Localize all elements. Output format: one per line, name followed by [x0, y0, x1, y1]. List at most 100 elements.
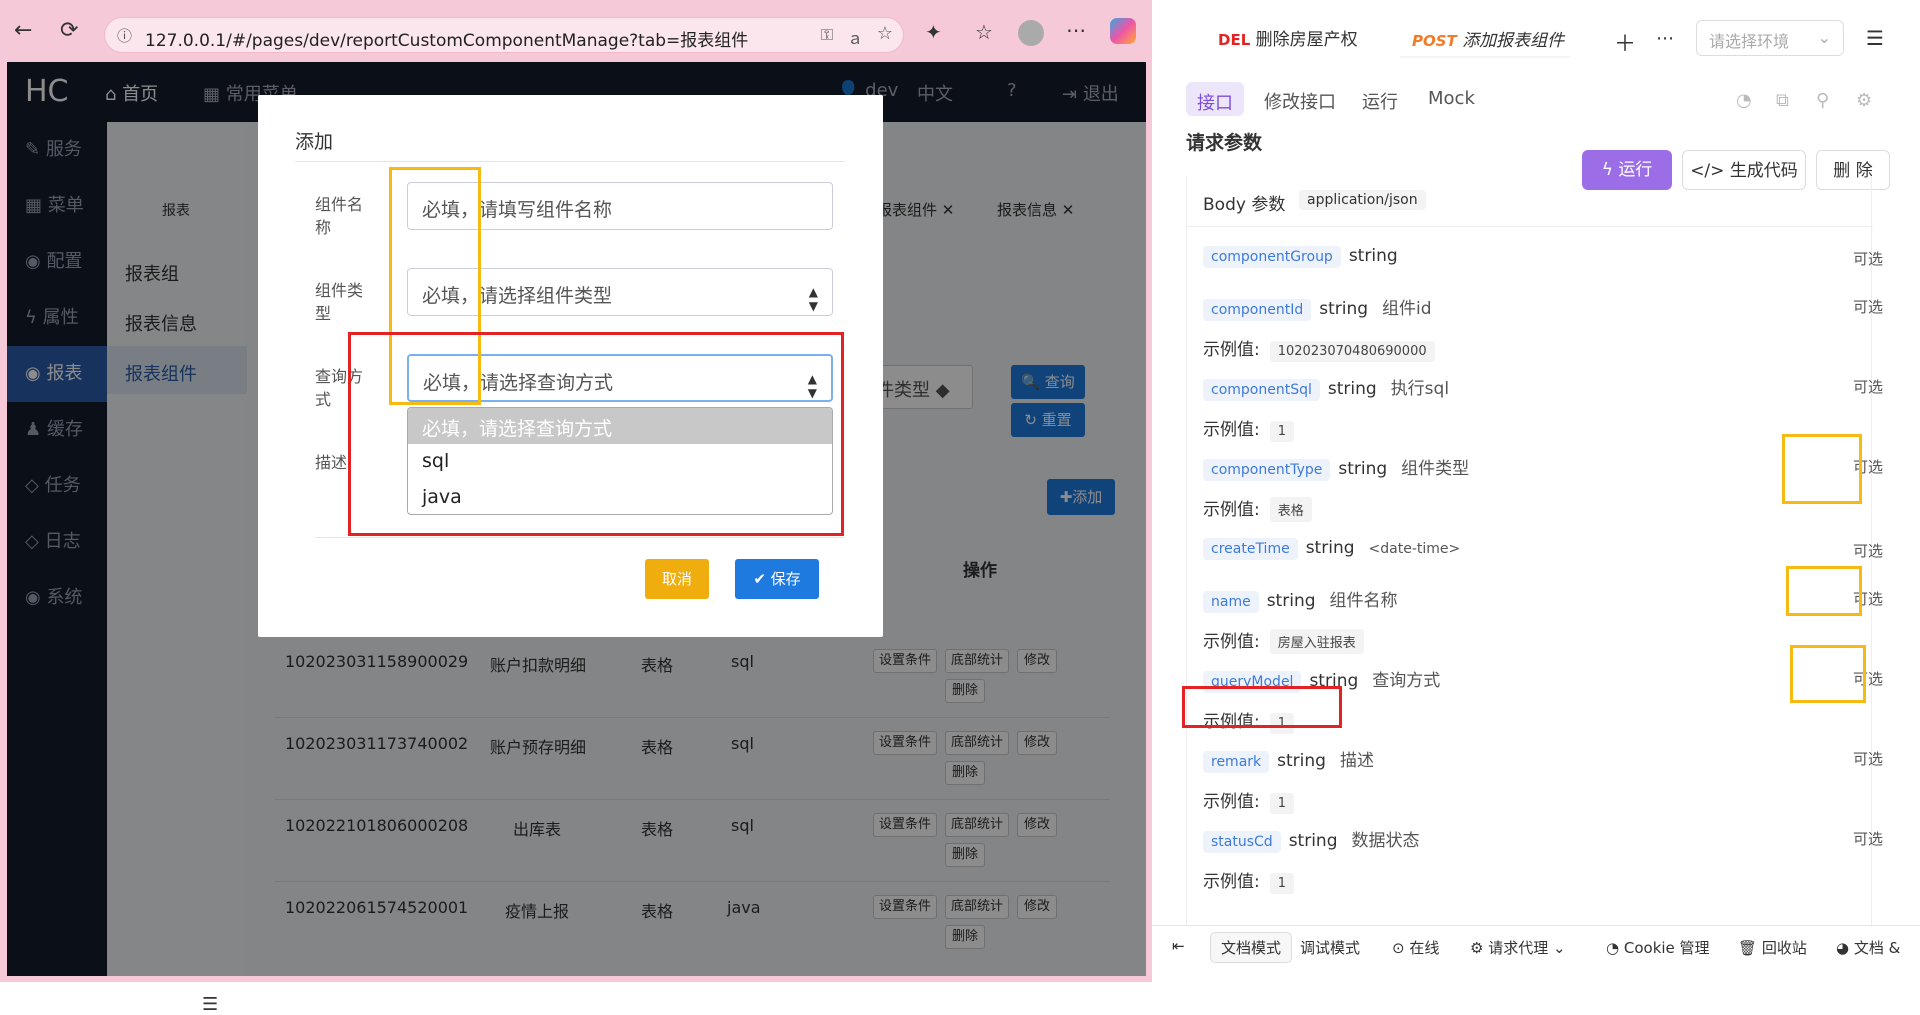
- env-select[interactable]: 请选择环境 ⌄: [1696, 20, 1844, 56]
- param-desc: 组件名称: [1329, 591, 1398, 611]
- menu-icon[interactable]: ☰: [1866, 26, 1884, 50]
- param-name: remark: [1203, 751, 1270, 773]
- more-icon[interactable]: ⋯: [1656, 28, 1674, 49]
- info-icon: ⓘ: [117, 27, 133, 45]
- param-desc: 组件id: [1382, 299, 1432, 319]
- param-name: componentId: [1203, 299, 1312, 321]
- param-example: 示例值: 1: [1203, 787, 1883, 814]
- subtab-mock[interactable]: Mock: [1428, 88, 1475, 109]
- caret-icon: ▲ ▼: [808, 285, 818, 313]
- optional-label: 可选: [1852, 542, 1883, 560]
- param-desc: <date-time>: [1368, 541, 1461, 557]
- doc-mode-button[interactable]: 文档模式: [1210, 932, 1293, 963]
- param-name: createTime: [1203, 538, 1298, 560]
- optional-label: 可选: [1852, 378, 1883, 396]
- settings-icon[interactable]: ⚙: [1856, 90, 1872, 111]
- optional-label: 可选: [1852, 250, 1883, 268]
- param-type: string: [1327, 379, 1377, 399]
- param-row: componentSql string 执行sql 可选 示例值: 1: [1203, 374, 1883, 442]
- param-name: name: [1203, 591, 1259, 613]
- subtab-edit[interactable]: 修改接口: [1264, 88, 1336, 114]
- divider: [1187, 226, 1873, 227]
- debug-mode-button[interactable]: 调试模式: [1300, 937, 1360, 958]
- key-icon[interactable]: ⚿: [821, 25, 833, 45]
- refresh-icon[interactable]: ⟳: [60, 18, 78, 43]
- param-row: createTime string <date-time> 可选: [1203, 538, 1883, 560]
- param-example: 示例值: 1: [1203, 867, 1883, 894]
- tab-del-house[interactable]: DEL 删除房屋产权: [1218, 25, 1358, 50]
- optional-label: 可选: [1852, 750, 1883, 768]
- section-title: 请求参数: [1186, 132, 1263, 154]
- label-component-type: 组件类型: [315, 281, 364, 323]
- param-row: name string 组件名称 可选 示例值: 房屋入驻报表: [1203, 586, 1883, 654]
- param-row: componentGroup string 可选: [1203, 246, 1883, 268]
- param-desc: 查询方式: [1372, 671, 1441, 691]
- subtab-api[interactable]: 接口: [1186, 82, 1244, 116]
- collapse-left-icon[interactable]: ⇤: [1172, 937, 1185, 955]
- back-icon[interactable]: ←: [14, 18, 32, 43]
- param-name: componentSql: [1203, 379, 1320, 401]
- param-name: statusCd: [1203, 831, 1281, 853]
- label-component-name: 组件名称: [315, 195, 364, 237]
- address-bar[interactable]: ⓘ 127.0.0.1/#/pages/dev/reportCustomComp…: [104, 17, 904, 53]
- param-type: string: [1305, 538, 1355, 558]
- param-example: 示例值: 表格: [1203, 495, 1883, 522]
- param-example: 示例值: 1: [1203, 415, 1883, 442]
- cancel-button[interactable]: 取消: [645, 559, 709, 599]
- api-doc-panel: DEL 删除房屋产权 POST 添加报表组件 ＋ ⋯ 请选择环境 ⌄ ☰ 接口 …: [1152, 0, 1920, 982]
- param-type: string: [1319, 299, 1369, 319]
- url-text: 127.0.0.1/#/pages/dev/reportCustomCompon…: [145, 31, 749, 51]
- extensions-icon[interactable]: ✦: [925, 20, 942, 44]
- modal-title: 添加: [295, 131, 334, 153]
- yellow-annotation-box: [1782, 434, 1862, 504]
- collapse-icon[interactable]: ☰: [202, 994, 218, 1015]
- bottom-toolbar: ⇤ 文档模式 调试模式 ⊙ 在线 ⚙ 请求代理 ⌄ ◔ Cookie 管理 🗑 …: [1152, 925, 1920, 965]
- param-desc: 组件类型: [1401, 459, 1470, 479]
- docs-link[interactable]: ◕ 文档 &: [1836, 937, 1900, 958]
- check-icon: ✔: [753, 570, 766, 588]
- chevron-down-icon: ⌄: [1817, 28, 1831, 47]
- history-icon[interactable]: ◔: [1736, 90, 1752, 111]
- param-example: 示例值: 房屋入驻报表: [1203, 627, 1883, 654]
- red-annotation-box: [1182, 686, 1342, 728]
- read-aloud-icon[interactable]: ａ: [847, 25, 863, 49]
- param-type: string: [1277, 751, 1326, 771]
- avatar[interactable]: [1018, 20, 1044, 46]
- share-icon[interactable]: ⚲: [1816, 90, 1829, 111]
- copy-icon[interactable]: ⧉: [1776, 90, 1789, 111]
- param-desc: 描述: [1339, 751, 1374, 771]
- param-type: string: [1266, 591, 1316, 611]
- copilot-icon[interactable]: [1110, 18, 1136, 44]
- online-status[interactable]: ⊙ 在线: [1392, 937, 1439, 958]
- subtab-run[interactable]: 运行: [1362, 88, 1398, 114]
- divider: [295, 161, 845, 162]
- param-row: statusCd string 数据状态 可选 示例值: 1: [1203, 826, 1883, 894]
- favorites-icon[interactable]: ☆: [975, 20, 993, 44]
- param-example: 示例值: 102023070480690000: [1203, 335, 1883, 362]
- save-button[interactable]: ✔ 保存: [735, 559, 819, 599]
- param-type: string: [1338, 459, 1388, 479]
- optional-label: 可选: [1852, 830, 1883, 848]
- param-type: string: [1348, 246, 1398, 266]
- body-params-card: Body 参数 application/json componentGroup s…: [1186, 176, 1883, 926]
- star-icon[interactable]: ☆: [877, 23, 893, 44]
- cookie-manage[interactable]: ◔ Cookie 管理: [1606, 937, 1710, 958]
- add-tab-icon[interactable]: ＋: [1614, 26, 1636, 58]
- browser-window: ← ⟳ ⓘ 127.0.0.1/#/pages/dev/reportCustom…: [0, 0, 1152, 1015]
- content-type-badge: application/json: [1299, 190, 1426, 210]
- param-type: string: [1288, 831, 1338, 851]
- optional-label: 可选: [1852, 298, 1883, 316]
- param-name: componentGroup: [1203, 246, 1341, 268]
- param-row: componentId string 组件id 可选 示例值: 102023070480…: [1203, 294, 1883, 362]
- more-icon[interactable]: ⋯: [1066, 18, 1086, 42]
- yellow-annotation-box: [1786, 566, 1862, 616]
- yellow-annotation-box: [1790, 645, 1866, 703]
- tab-add-component[interactable]: POST 添加报表组件: [1400, 12, 1570, 58]
- request-proxy[interactable]: ⚙ 请求代理 ⌄: [1470, 937, 1566, 958]
- recycle-bin[interactable]: 🗑 回收站: [1738, 937, 1807, 958]
- divider: [315, 537, 845, 538]
- red-annotation-box: [348, 332, 844, 536]
- param-desc: 执行sql: [1390, 379, 1450, 399]
- param-row: remark string 描述 可选 示例值: 1: [1203, 746, 1883, 814]
- body-label: Body 参数: [1203, 195, 1286, 215]
